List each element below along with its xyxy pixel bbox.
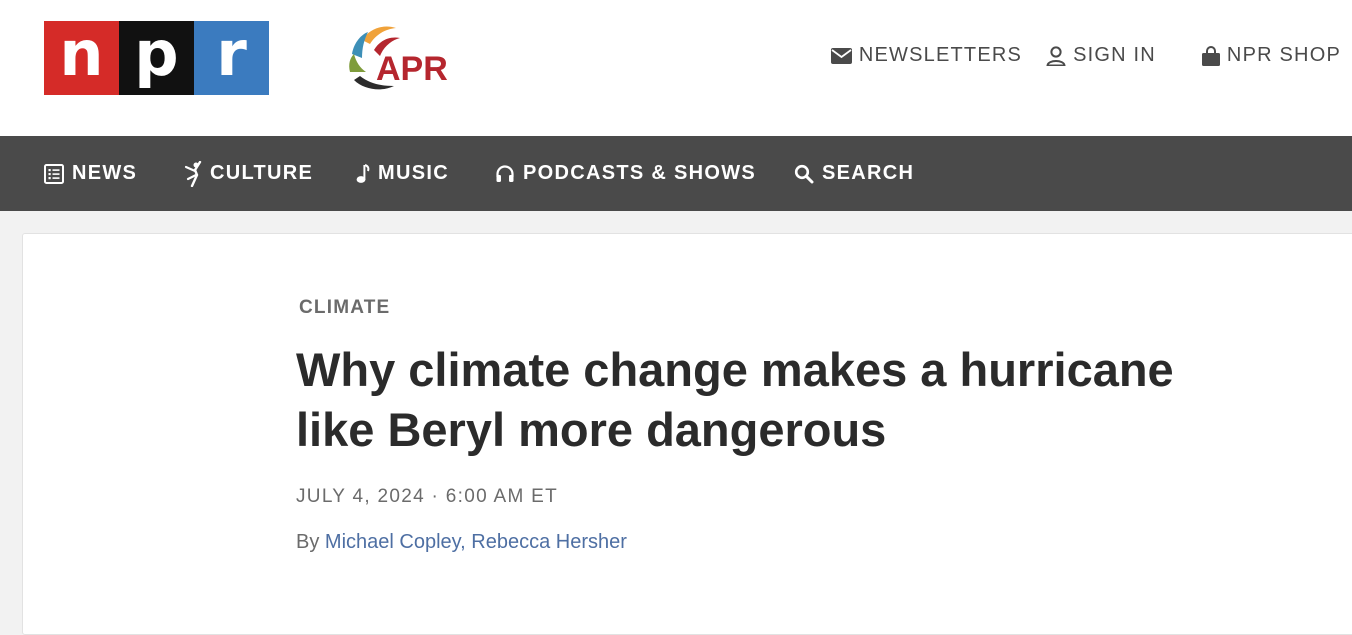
newsletters-label: NEWSLETTERS bbox=[858, 44, 1023, 66]
nav-music[interactable]: MUSIC bbox=[356, 136, 449, 211]
article-slug[interactable]: CLIMATE bbox=[299, 297, 390, 319]
nav-podcasts-label: PODCASTS & SHOWS bbox=[523, 162, 757, 184]
byline-prefix: By bbox=[296, 531, 320, 553]
nav-search[interactable]: SEARCH bbox=[794, 136, 914, 211]
music-note-icon bbox=[356, 163, 370, 184]
nav-news-label: NEWS bbox=[72, 162, 138, 184]
npr-shop-link[interactable]: NPR SHOP bbox=[1201, 44, 1341, 67]
nav-music-label: MUSIC bbox=[378, 162, 449, 184]
npr-logo-p: p bbox=[119, 21, 194, 95]
author-link[interactable]: Rebecca Hersher bbox=[471, 531, 627, 553]
newspaper-icon bbox=[44, 163, 64, 184]
article-headline: Why climate change makes a hurricane lik… bbox=[296, 343, 1174, 456]
author-link[interactable]: Michael Copley bbox=[325, 531, 460, 553]
shopping-bag-icon bbox=[1201, 45, 1220, 66]
envelope-icon bbox=[830, 47, 852, 64]
apr-wordmark: APR bbox=[376, 50, 448, 88]
npr-shop-label: NPR SHOP bbox=[1226, 44, 1341, 66]
sign-in-label: SIGN IN bbox=[1073, 44, 1156, 66]
dancer-icon bbox=[184, 160, 202, 187]
npr-logo[interactable]: n p r bbox=[44, 21, 269, 95]
newsletters-link[interactable]: NEWSLETTERS bbox=[830, 44, 1023, 67]
search-icon bbox=[794, 164, 814, 184]
article-byline: By Michael Copley, Rebecca Hersher bbox=[296, 531, 627, 554]
sign-in-link[interactable]: SIGN IN bbox=[1046, 44, 1156, 67]
apr-station-logo[interactable]: APR bbox=[344, 20, 448, 94]
npr-logo-r: r bbox=[194, 21, 269, 95]
site-header: n p r APR NEWSLETTERS SIGN IN NPR SHOP bbox=[0, 0, 1352, 136]
author-separator: , bbox=[460, 531, 466, 553]
nav-culture[interactable]: CULTURE bbox=[184, 136, 313, 211]
utility-nav: NEWSLETTERS SIGN IN NPR SHOP bbox=[830, 44, 1341, 67]
nav-news[interactable]: NEWS bbox=[44, 136, 137, 211]
primary-nav: NEWS CULTURE MUSIC PODCASTS & SHOWS SEAR… bbox=[0, 136, 1352, 211]
nav-culture-label: CULTURE bbox=[210, 162, 314, 184]
nav-podcasts-shows[interactable]: PODCASTS & SHOWS bbox=[495, 136, 756, 211]
user-icon bbox=[1046, 45, 1066, 66]
headphones-icon bbox=[495, 164, 515, 184]
article-dateline: JULY 4, 2024 · 6:00 AM ET bbox=[296, 486, 559, 507]
npr-logo-n: n bbox=[44, 21, 119, 95]
nav-search-label: SEARCH bbox=[822, 162, 915, 184]
